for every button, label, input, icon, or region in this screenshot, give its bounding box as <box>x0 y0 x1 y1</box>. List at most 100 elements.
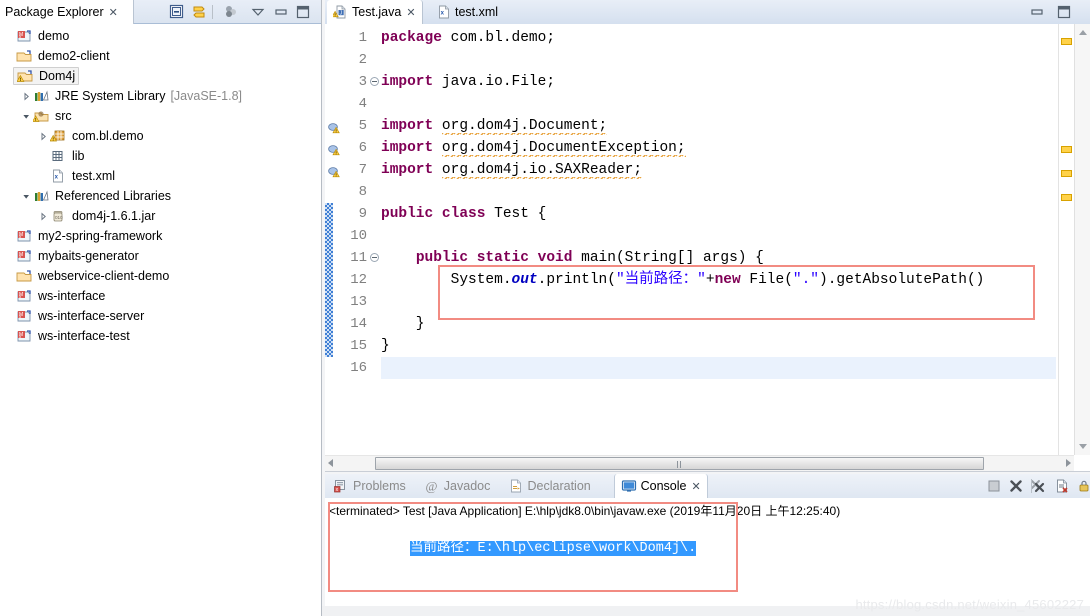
line-number: 13 <box>350 294 367 310</box>
minimize-icon[interactable] <box>272 3 290 21</box>
tree-item-ws-interface[interactable]: Mx ws-interface <box>0 286 321 306</box>
chevron-right-icon[interactable] <box>38 131 49 142</box>
view-menu-filter-icon[interactable] <box>222 3 240 21</box>
scroll-lock-icon[interactable] <box>1076 478 1090 494</box>
tree-item-test-xml[interactable]: x test.xml <box>0 166 321 186</box>
editor-vertical-scrollbar[interactable] <box>1074 24 1090 455</box>
maven-project-warn-icon: Mx <box>16 228 34 244</box>
editor-marker-bar[interactable] <box>325 24 343 455</box>
chevron-down-icon[interactable] <box>21 111 32 122</box>
editor-body[interactable]: 1 2 3 4 5 6 7 8 9 10 11 12 13 14 15 16 package com.bl.d… <box>325 24 1090 472</box>
tree-item-content: 010 dom4j-1.6.1.jar <box>50 208 155 224</box>
scroll-up-button[interactable] <box>1075 24 1090 40</box>
remove-launch-icon[interactable] <box>1008 478 1024 494</box>
console-tab-problems[interactable]: x Problems <box>327 474 412 498</box>
chevron-down-icon[interactable] <box>249 3 267 21</box>
code-line: import org.dom4j.io.SAXReader; <box>381 159 643 181</box>
tree-item-my2-spring-framework[interactable]: Mx my2-spring-framework <box>0 226 321 246</box>
code-token: org.dom4j.DocumentException; <box>441 140 686 157</box>
editor-code-area[interactable]: package com.bl.demo; import java.io.File;… <box>381 24 1056 455</box>
terminate-stop-icon[interactable] <box>986 478 1002 494</box>
overview-warning-summary-marker[interactable] <box>1061 38 1072 45</box>
fold-collapse-icon[interactable] <box>370 253 379 262</box>
tree-item-label: test.xml <box>72 169 116 183</box>
link-with-editor-icon[interactable] <box>190 3 208 21</box>
tree-item-content: Referenced Libraries <box>33 188 171 204</box>
warning-marker-icon[interactable] <box>327 163 341 178</box>
line-number: 12 <box>350 272 367 288</box>
eclipse-ide-window: Package Explorer ✕ M x demo demo2-client… <box>0 0 1090 616</box>
collapse-all-icon[interactable] <box>168 3 186 21</box>
code-line: import java.io.File; <box>381 71 555 93</box>
chevron-right-icon[interactable] <box>38 211 49 222</box>
folder-grid-icon <box>50 148 68 164</box>
tree-item-dom4j[interactable]: Dom4j <box>0 66 321 86</box>
tree-item-com-bl-demo[interactable]: com.bl.demo <box>0 126 321 146</box>
java-project-icon <box>16 48 34 64</box>
tree-item-label: demo2-client <box>38 49 110 63</box>
editor-tab-test-xml[interactable]: x test.xml <box>430 0 504 24</box>
code-line: import org.dom4j.DocumentException; <box>381 137 686 159</box>
chevron-down-icon[interactable] <box>21 191 32 202</box>
tree-item-demo2-client[interactable]: demo2-client <box>0 46 321 66</box>
tab-package-explorer[interactable]: Package Explorer ✕ <box>0 0 134 24</box>
console-output-line[interactable]: 当前路径：E:\hlp\eclipse\work\Dom4j\. <box>329 520 697 571</box>
horizontal-scroll-thumb[interactable] <box>375 457 984 470</box>
warning-marker-icon[interactable] <box>327 119 341 134</box>
remove-all-launches-icon[interactable] <box>1030 478 1046 494</box>
maximize-icon[interactable] <box>1056 4 1072 20</box>
warning-marker-icon[interactable] <box>327 141 341 156</box>
overview-warning-marker[interactable] <box>1061 194 1072 201</box>
maven-project-warn-icon: Mx <box>16 288 34 304</box>
tree-item-webservice-client-demo[interactable]: webservice-client-demo <box>0 266 321 286</box>
tree-item-jre-system-library[interactable]: JRE System Library [JavaSE-1.8] <box>0 86 321 106</box>
editor-tab-test-java[interactable]: J Test.java ✕ <box>327 0 423 24</box>
scroll-right-button[interactable] <box>1066 459 1071 467</box>
close-icon[interactable]: ✕ <box>109 7 118 18</box>
editor-tabbar: J Test.java ✕ x test.xml <box>325 0 1090 25</box>
tree-item-mybaits-generator[interactable]: Mx mybaits-generator <box>0 246 321 266</box>
close-icon[interactable]: ✕ <box>406 7 415 18</box>
line-number: 2 <box>358 52 367 68</box>
code-token: + <box>705 272 715 288</box>
console-tab-javadoc[interactable]: @ Javadoc <box>418 474 497 498</box>
line-number: 1 <box>358 30 367 46</box>
overview-warning-marker[interactable] <box>1061 170 1072 177</box>
scroll-left-button[interactable] <box>328 459 333 467</box>
maximize-icon[interactable] <box>294 3 312 21</box>
code-token: } <box>381 316 425 332</box>
tree-item-src[interactable]: src <box>0 106 321 126</box>
scroll-down-button[interactable] <box>1075 439 1090 455</box>
console-tab-label: Console <box>640 479 687 493</box>
editor-folding-bar[interactable] <box>369 24 381 455</box>
tree-item-referenced-libraries[interactable]: Referenced Libraries <box>0 186 321 206</box>
tree-item-ws-interface-test[interactable]: Mx ws-interface-test <box>0 326 321 346</box>
minimize-icon[interactable] <box>1029 4 1045 20</box>
current-line-highlight <box>381 357 1056 379</box>
project-tree[interactable]: Mx demo demo2-client Dom4j JRE System Librar… <box>0 24 321 616</box>
editor-tab-label: test.xml <box>455 5 499 19</box>
clear-console-icon[interactable] <box>1054 478 1070 494</box>
editor-horizontal-scrollbar[interactable] <box>325 455 1074 471</box>
fold-collapse-icon[interactable] <box>370 77 379 86</box>
code-token: org.dom4j.Document; <box>441 118 608 135</box>
jar-icon: 010 <box>50 208 68 224</box>
tree-item-content: Mx ws-interface-server <box>16 308 144 324</box>
console-tabbar: x Problems @ Javadoc Declaration Console ✕ <box>325 474 1090 499</box>
console-tab-label: Problems <box>353 479 406 493</box>
tree-item-lib[interactable]: lib <box>0 146 321 166</box>
line-number: 7 <box>358 162 367 178</box>
svg-text:@: @ <box>425 479 437 494</box>
close-icon[interactable]: ✕ <box>691 481 700 492</box>
tree-item-ws-interface-server[interactable]: Mx ws-interface-server <box>0 306 321 326</box>
tree-item-demo[interactable]: Mx demo <box>0 26 321 46</box>
tree-item-content: webservice-client-demo <box>16 268 169 284</box>
console-tab-console[interactable]: Console ✕ <box>613 474 708 498</box>
overview-warning-marker[interactable] <box>1061 146 1072 153</box>
console-tab-declaration[interactable]: Declaration <box>502 474 597 498</box>
editor-overview-ruler[interactable] <box>1058 24 1074 455</box>
tree-item-dom4j-1-6-1-jar[interactable]: 010 dom4j-1.6.1.jar <box>0 206 321 226</box>
console-output-text: 当前路径：E:\hlp\eclipse\work\Dom4j\. <box>410 541 697 556</box>
chevron-right-icon[interactable] <box>21 91 32 102</box>
